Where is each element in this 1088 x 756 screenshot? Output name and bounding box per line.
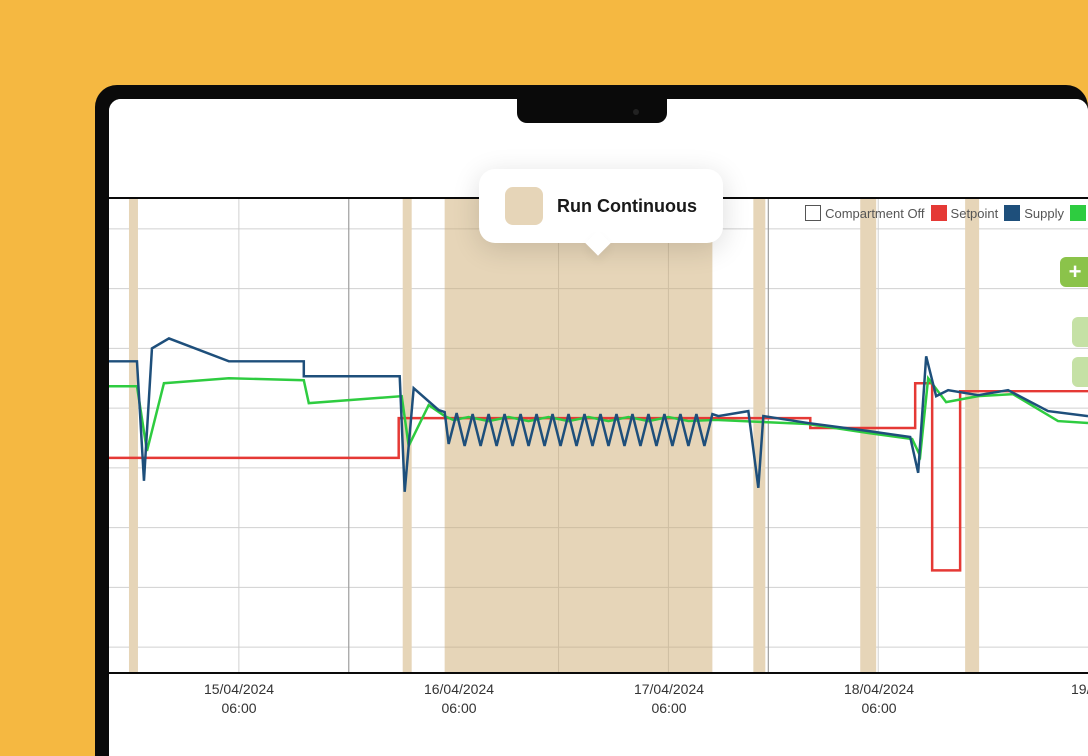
x-axis: 15/04/2024 06:00 16/04/2024 06:00 17/04/… (109, 674, 1088, 734)
legend-compartment-off[interactable]: Compartment Off (805, 205, 924, 221)
square-icon (931, 205, 947, 221)
square-icon (1004, 205, 1020, 221)
chart-svg (109, 199, 1088, 672)
x-tick-time: 06:00 (424, 699, 494, 718)
chart-area[interactable]: Compartment Off Setpoint Supply Run Cont… (109, 199, 1088, 674)
x-tick: 17/04/2024 06:00 (634, 680, 704, 718)
x-tick: 16/04/2024 06:00 (424, 680, 494, 718)
side-tab-2[interactable] (1072, 357, 1088, 387)
chart-legend: Compartment Off Setpoint Supply (805, 203, 1088, 223)
x-tick-date: 19/04 (1071, 680, 1088, 699)
x-tick-date: 18/04/2024 (844, 680, 914, 699)
chart-tooltip: Run Continuous (479, 169, 723, 243)
plus-icon: + (1069, 259, 1082, 285)
run-continuous-swatch-icon (505, 187, 543, 225)
x-tick: 19/04 0 (1071, 680, 1088, 718)
legend-label: Compartment Off (825, 206, 924, 221)
legend-label: Supply (1024, 206, 1064, 221)
x-tick: 15/04/2024 06:00 (204, 680, 274, 718)
x-tick-date: 17/04/2024 (634, 680, 704, 699)
side-tab-1[interactable] (1072, 317, 1088, 347)
x-tick: 18/04/2024 06:00 (844, 680, 914, 718)
app-screen: Compartment Off Setpoint Supply Run Cont… (109, 99, 1088, 756)
x-tick-date: 15/04/2024 (204, 680, 274, 699)
x-tick-time: 06:00 (844, 699, 914, 718)
add-button[interactable]: + (1060, 257, 1088, 287)
tooltip-label: Run Continuous (557, 196, 697, 217)
x-tick-time: 0 (1071, 699, 1088, 718)
legend-supply[interactable]: Supply (1004, 205, 1064, 221)
x-tick-time: 06:00 (634, 699, 704, 718)
x-tick-date: 16/04/2024 (424, 680, 494, 699)
square-icon (805, 205, 821, 221)
legend-setpoint[interactable]: Setpoint (931, 205, 999, 221)
device-notch (517, 99, 667, 123)
device-frame: Compartment Off Setpoint Supply Run Cont… (95, 85, 1088, 756)
x-tick-time: 06:00 (204, 699, 274, 718)
legend-label: Setpoint (951, 206, 999, 221)
square-icon (1070, 205, 1086, 221)
